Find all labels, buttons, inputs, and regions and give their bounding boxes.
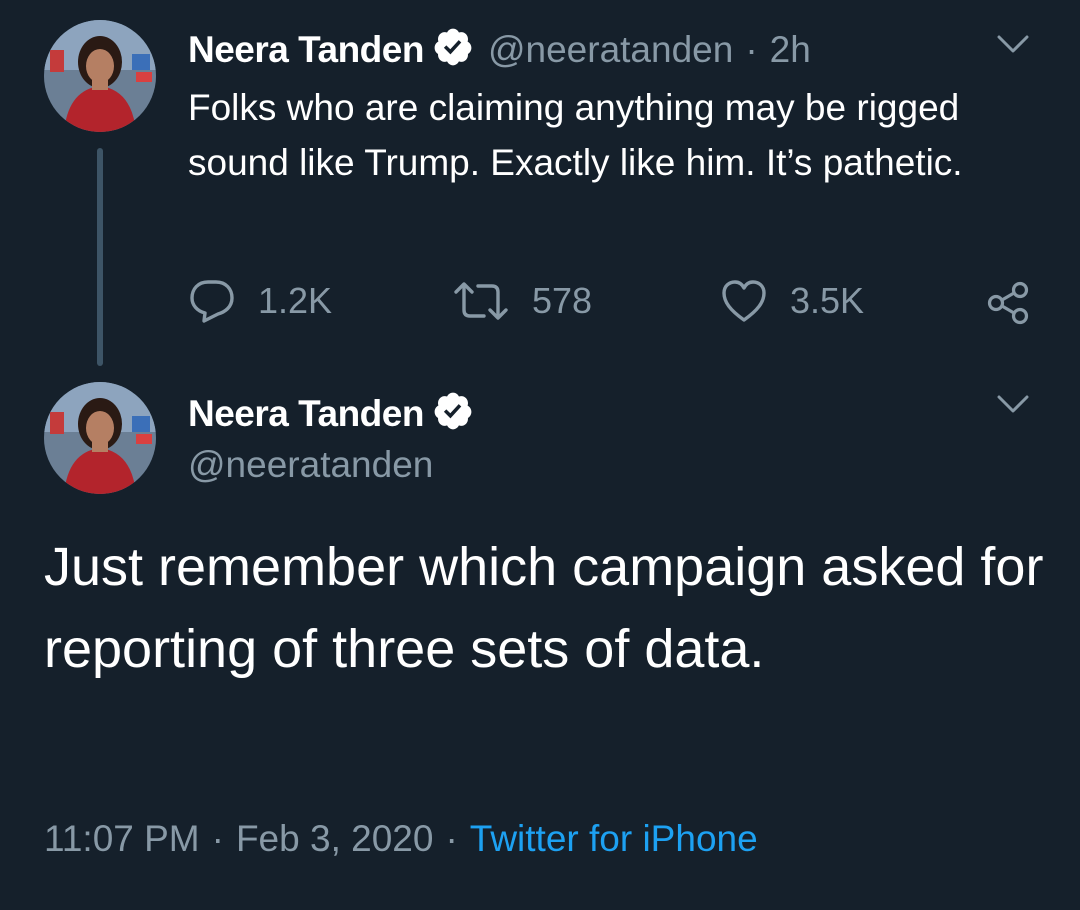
time-separator: · xyxy=(745,28,758,70)
reply-count: 1.2K xyxy=(258,280,333,321)
verified-badge-icon xyxy=(432,26,474,73)
reply-to-tweet-header: Neera Tanden @neeratanden · 2h xyxy=(188,26,811,73)
chevron-down-icon[interactable] xyxy=(996,392,1030,421)
retweet-count: 578 xyxy=(532,280,593,321)
thread-connector-line xyxy=(97,148,103,366)
reply-icon xyxy=(190,280,234,323)
share-icon[interactable] xyxy=(986,280,1032,331)
reply-button[interactable]: 1.2K xyxy=(188,278,332,324)
author-handle[interactable]: @neeratanden xyxy=(188,444,433,486)
avatar[interactable] xyxy=(44,20,156,132)
avatar-photo xyxy=(44,382,156,494)
time-ago[interactable]: 2h xyxy=(770,29,811,71)
tweet-metadata-footer: 11:07 PM · Feb 3, 2020 · Twitter for iPhone xyxy=(44,818,758,860)
chevron-down-icon[interactable] xyxy=(996,32,1030,61)
reply-to-tweet-text: Folks who are claiming anything may be r… xyxy=(188,87,963,183)
tweet-time: 11:07 PM xyxy=(44,818,200,859)
main-tweet-author-name-row: Neera Tanden xyxy=(188,390,474,437)
heart-icon xyxy=(722,280,766,322)
main-tweet-text: Just remember which campaign asked for r… xyxy=(44,537,1044,679)
avatar[interactable] xyxy=(44,382,156,494)
retweet-icon xyxy=(454,282,508,320)
avatar-photo xyxy=(44,20,156,132)
verified-badge-icon xyxy=(432,390,474,437)
like-button[interactable]: 3.5K xyxy=(720,278,864,324)
author-handle[interactable]: @neeratanden xyxy=(488,29,733,71)
author-name[interactable]: Neera Tanden xyxy=(188,393,424,435)
author-name[interactable]: Neera Tanden xyxy=(188,29,424,71)
like-count: 3.5K xyxy=(790,280,865,321)
separator: · xyxy=(445,818,458,859)
tweet-source-link[interactable]: Twitter for iPhone xyxy=(470,818,758,859)
retweet-button[interactable]: 578 xyxy=(452,278,592,324)
tweet-date: Feb 3, 2020 xyxy=(235,818,434,859)
separator: · xyxy=(211,818,224,859)
